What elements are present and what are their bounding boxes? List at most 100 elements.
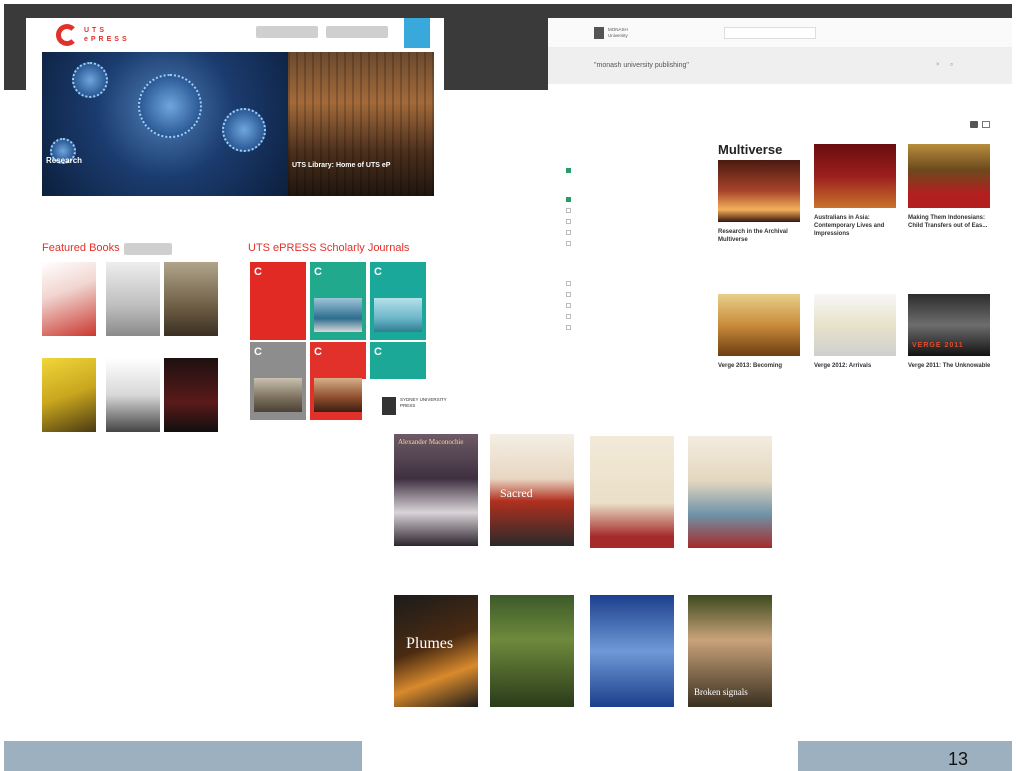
monash-filters-sidebar <box>566 136 706 344</box>
uts-hero-library[interactable]: UTS Library: Home of UTS eP <box>288 52 434 196</box>
uts-featured-books-title: Featured Books <box>42 242 120 254</box>
sydney-book-cover[interactable]: Sacred <box>490 434 574 546</box>
monash-filter-row[interactable] <box>566 136 706 147</box>
uts-hero-research-caption: Research <box>42 152 288 171</box>
journal-cover-image <box>374 298 422 332</box>
checkbox-icon[interactable] <box>566 292 571 298</box>
monash-search-scope-select[interactable] <box>724 27 816 39</box>
sydney-logo-text[interactable]: SYDNEY UNIVERSITY PRESS <box>400 397 450 409</box>
uts-journal-tile-letter: C <box>314 266 322 278</box>
monash-book-cover[interactable] <box>718 160 800 222</box>
uts-journal-tile-letter: C <box>254 266 262 278</box>
uts-hero-library-caption: UTS Library: Home of UTS eP <box>292 162 430 171</box>
list-view-icon[interactable] <box>982 121 990 128</box>
monash-book-title[interactable]: Verge 2013: Becoming <box>718 362 806 370</box>
monash-filter-heading <box>566 182 706 194</box>
monash-header: MONASH University <box>548 18 1012 48</box>
journal-cover-image <box>314 298 362 332</box>
monash-filter-option[interactable] <box>566 278 706 289</box>
monash-search-bar[interactable]: "monash university publishing" × ⌕ <box>548 48 1012 84</box>
sydney-book-cover[interactable] <box>590 436 674 548</box>
checkbox-icon[interactable] <box>566 230 571 236</box>
uts-header-button-1[interactable] <box>256 26 318 38</box>
sydney-book-cover[interactable]: Broken signals <box>688 595 772 707</box>
sydney-book-cover[interactable] <box>688 436 772 548</box>
slide-footer-bar-right <box>798 741 1012 771</box>
building-image <box>288 52 434 196</box>
monash-search-input[interactable]: "monash university publishing" <box>594 62 689 69</box>
monash-book-cover[interactable] <box>908 144 990 208</box>
sydney-book-cover[interactable]: Plumes <box>394 595 478 707</box>
uts-journal-tile[interactable]: C <box>250 262 306 340</box>
monash-book-title[interactable]: Research in the Archival Multiverse <box>718 228 806 244</box>
monash-filter-option[interactable] <box>566 300 706 311</box>
uts-journal-tile[interactable]: C <box>310 262 366 340</box>
monash-book-cover[interactable] <box>718 294 800 356</box>
monash-book-title[interactable]: Verge 2011: The Unknowable <box>908 362 996 370</box>
checkbox-icon[interactable] <box>566 314 571 320</box>
sydney-book-cover[interactable] <box>590 595 674 707</box>
sydney-book-cover-text: Broken signals <box>694 687 748 697</box>
uts-book-cover[interactable] <box>42 262 96 336</box>
monash-filter-option[interactable] <box>566 238 706 249</box>
monash-book-title[interactable]: Making Them Indonesians: Child Transfers… <box>908 214 996 230</box>
uts-header-button-2[interactable] <box>326 26 388 38</box>
monash-book-cover-heading: Multiverse <box>718 142 783 157</box>
search-icon[interactable]: ⌕ <box>950 62 953 69</box>
uts-ribbon[interactable] <box>404 18 430 48</box>
uts-journal-tile-letter: C <box>314 346 322 358</box>
sydney-university-press-screenshot: SYDNEY UNIVERSITY PRESS Alexander Macono… <box>362 379 798 771</box>
sydney-book-cover[interactable] <box>490 595 574 707</box>
sydney-book-cover[interactable]: Alexander Maconochie <box>394 434 478 546</box>
uts-journal-tile[interactable]: C <box>310 342 366 420</box>
checkbox-icon[interactable] <box>566 208 571 214</box>
monash-filter-more-link[interactable] <box>566 333 706 344</box>
uts-hero-research[interactable]: Research <box>42 52 288 196</box>
monash-filter-option[interactable] <box>566 205 706 216</box>
checkbox-icon[interactable] <box>566 303 571 309</box>
monash-filter-option[interactable] <box>566 289 706 300</box>
uts-book-cover[interactable] <box>106 262 160 336</box>
sydney-crest-icon[interactable] <box>382 397 396 415</box>
monash-book-title[interactable]: Australians in Asia: Contemporary Lives … <box>814 214 902 238</box>
checkbox-icon[interactable] <box>566 241 571 247</box>
uts-journal-tile-letter: C <box>374 266 382 278</box>
monash-filter-option[interactable] <box>566 311 706 322</box>
virus-icon <box>222 108 266 152</box>
virus-icon <box>72 62 108 98</box>
uts-book-cover[interactable] <box>106 358 160 432</box>
uts-logo-text[interactable]: UTS ePRESS <box>84 26 144 44</box>
checkbox-icon[interactable] <box>566 325 571 331</box>
grid-view-icon[interactable] <box>970 121 978 128</box>
virus-icon <box>138 74 202 138</box>
slide-footer-bar-left <box>4 741 362 771</box>
uts-view-all-button[interactable] <box>124 243 172 255</box>
monash-logo-text[interactable]: MONASH University <box>608 27 648 39</box>
monash-filter-option[interactable] <box>566 227 706 238</box>
slide-top-bar <box>4 4 1012 18</box>
checkbox-icon[interactable] <box>566 281 571 287</box>
uts-logo-icon[interactable] <box>56 24 78 46</box>
sydney-book-cover-text: Plumes <box>406 635 454 652</box>
uts-book-cover[interactable] <box>164 262 218 336</box>
uts-book-cover[interactable] <box>164 358 218 432</box>
monash-book-title[interactable]: Verge 2012: Arrivals <box>814 362 902 370</box>
monash-filter-option[interactable] <box>566 165 706 176</box>
monash-book-cover[interactable] <box>814 144 896 208</box>
monash-filter-option[interactable] <box>566 322 706 333</box>
checkbox-icon[interactable] <box>566 219 571 225</box>
monash-crest-icon[interactable] <box>594 27 604 39</box>
checkbox-icon[interactable] <box>566 197 571 203</box>
clear-icon[interactable]: × <box>936 62 940 68</box>
uts-hero-research-title: Research <box>46 156 83 165</box>
uts-journal-tile-letter: C <box>374 346 382 358</box>
monash-filter-option[interactable] <box>566 216 706 227</box>
journal-cover-image <box>314 378 362 412</box>
monash-book-cover[interactable] <box>814 294 896 356</box>
uts-journal-tile[interactable]: C <box>250 342 306 420</box>
monash-filter-more-link[interactable] <box>566 249 706 260</box>
monash-filter-option[interactable] <box>566 194 706 205</box>
checkbox-icon[interactable] <box>566 168 571 174</box>
uts-book-cover[interactable] <box>42 358 96 432</box>
uts-journal-tile[interactable]: C <box>370 262 426 340</box>
